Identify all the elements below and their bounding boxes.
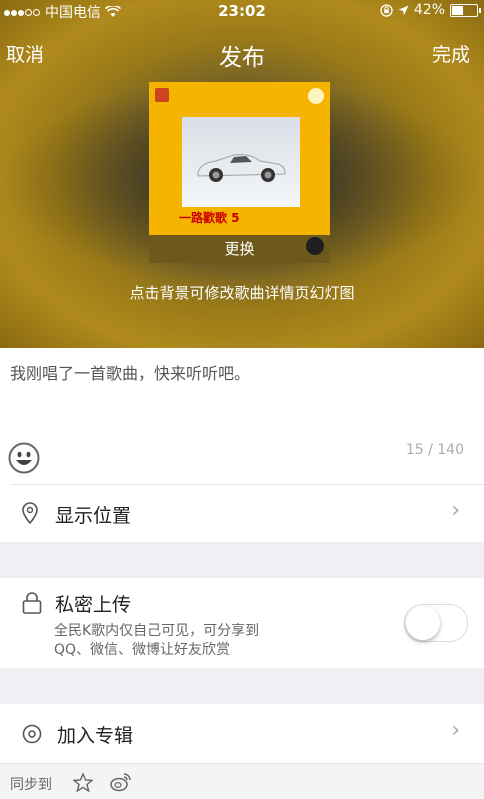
private-desc-line2: QQ、微信、微博让好友欣赏	[54, 642, 231, 658]
private-upload-toggle[interactable]	[404, 604, 468, 642]
location-arrow-icon	[398, 5, 409, 15]
add-to-album-row[interactable]: 加入专辑 ›	[0, 704, 484, 763]
location-pin-icon	[22, 502, 38, 524]
divider	[10, 484, 484, 485]
cover-title: 一路歡歌 5	[179, 211, 240, 225]
sync-label: 同步到	[10, 777, 52, 793]
cover-badge	[308, 88, 324, 104]
private-upload-label: 私密上传	[55, 594, 132, 616]
smiley-icon[interactable]	[8, 442, 40, 474]
toggle-knob	[406, 606, 440, 640]
character-count: 15 / 140	[405, 442, 464, 458]
show-location-row[interactable]: 显示位置 ›	[0, 484, 484, 542]
battery-percent: 42%	[413, 2, 445, 18]
private-upload-row: 私密上传 全民K歌内仅自己可见，可分享到 QQ、微信、微博让好友欣赏	[0, 578, 484, 668]
weibo-icon[interactable]	[110, 772, 132, 792]
car-image	[197, 154, 286, 182]
sync-bar: 同步到	[0, 763, 484, 799]
background-hint: 点击背景可修改歌曲详情页幻灯图	[129, 284, 355, 302]
chevron-right-icon: ›	[451, 718, 460, 743]
lock-icon	[22, 592, 42, 614]
page-title: 发布	[219, 45, 265, 71]
disc-icon	[22, 724, 42, 744]
private-desc-line1: 全民K歌内仅自己可见，可分享到	[54, 623, 260, 639]
done-button[interactable]: 完成	[432, 40, 470, 67]
caption-text[interactable]: 我刚唱了一首歌曲，快来听听吧。	[10, 360, 250, 384]
nav-bar: 取消 发布 完成	[0, 30, 484, 74]
add-to-album-label: 加入专辑	[57, 725, 134, 747]
status-bar: 中国电信 23:02 42%	[0, 0, 484, 22]
change-cover-button[interactable]: 更换	[149, 235, 330, 263]
show-location-label: 显示位置	[55, 505, 132, 527]
caption-editor[interactable]: 我刚唱了一首歌曲，快来听听吧。 15 / 140	[0, 348, 484, 484]
chevron-right-icon: ›	[451, 498, 460, 523]
private-upload-description: 全民K歌内仅自己可见，可分享到 QQ、微信、微博让好友欣赏	[54, 622, 259, 660]
qzone-star-icon[interactable]	[73, 773, 93, 792]
album-cover[interactable]: 一路歡歌 5 更换	[149, 82, 330, 263]
battery-icon	[450, 3, 481, 17]
cover-photo	[182, 117, 300, 207]
rotation-lock-icon	[380, 3, 393, 17]
cover-logo	[155, 88, 169, 102]
